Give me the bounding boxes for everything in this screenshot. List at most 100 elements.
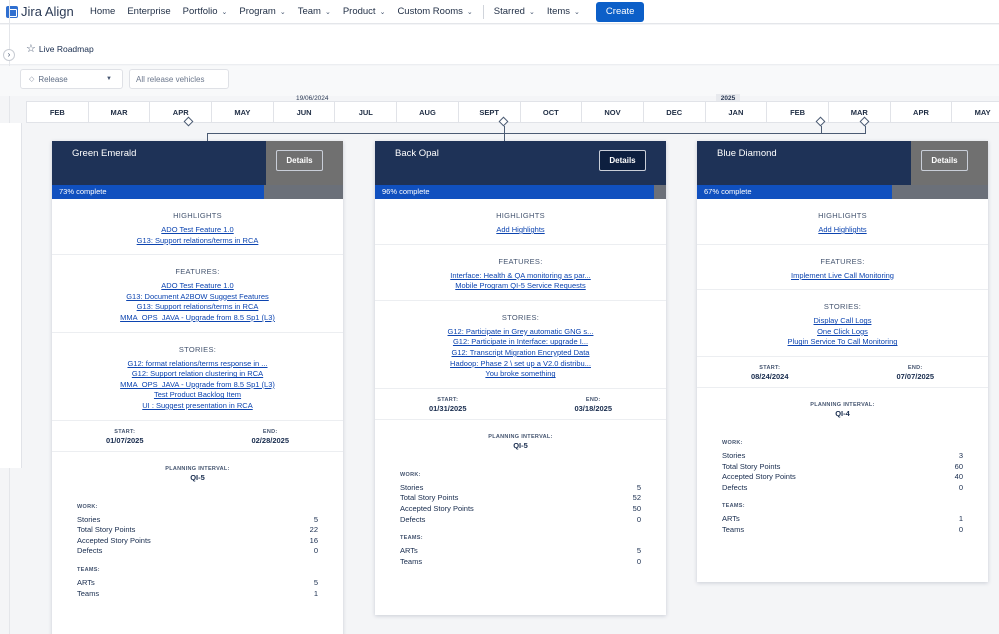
connector-drop-2: [504, 126, 505, 141]
highlights-link[interactable]: Add Highlights: [381, 225, 660, 236]
stories-link[interactable]: G12: Support relation clustering in RCA: [58, 369, 337, 380]
start-date-value: 01/07/2025: [105, 435, 144, 445]
work-title: WORK:: [77, 503, 98, 510]
page-header: [0, 25, 999, 65]
end-date-value: 03/18/2025: [574, 403, 613, 413]
page-title[interactable]: ☆ Live Roadmap: [26, 42, 94, 55]
release-card-green-emerald: Green Emerald Details 73% complete HIGHLIGH…: [52, 141, 343, 634]
progress-bar: 67% complete: [697, 185, 988, 199]
stat-value: 0: [636, 556, 641, 566]
stat-label: Stories: [77, 514, 101, 524]
work-row: Defects 0: [77, 546, 318, 557]
teams-stats: TEAMS: ARTs 1 Teams 0: [697, 503, 988, 535]
features-link[interactable]: Implement Live Call Monitoring: [703, 271, 982, 282]
planning-interval-value: QI-5: [190, 472, 205, 482]
features-link[interactable]: Mobile Program QI-5 Service Requests: [381, 281, 660, 292]
stories-link[interactable]: UI : Suggest presentation in RCA: [58, 401, 337, 412]
create-button[interactable]: Create: [595, 1, 645, 22]
connector-drop-3: [821, 126, 822, 134]
stat-label: ARTs: [400, 546, 418, 556]
highlights-link[interactable]: G13: Support relations/terms in RCA: [58, 236, 337, 247]
expand-sidebar-button[interactable]: ›: [3, 49, 15, 61]
teams-row: Teams 0: [400, 557, 641, 568]
nav-item-team[interactable]: Team ⌄: [292, 0, 337, 24]
end-date: END: 02/28/2025: [251, 429, 289, 445]
jira-align-logo[interactable]: Jira Align: [6, 4, 84, 19]
stories-section: STORIES: G12: Participate in Grey automat…: [375, 301, 666, 389]
top-nav: Jira Align Home Enterprise Portfolio ⌄ Progr…: [0, 0, 999, 24]
teams-row: ARTs 1: [722, 514, 963, 525]
stories-link[interactable]: You broke something: [381, 369, 660, 380]
stat-label: Total Story Points: [77, 525, 136, 535]
stories-link[interactable]: Plugin Service To Call Monitoring: [703, 337, 982, 348]
nav-item-program[interactable]: Program ⌄: [233, 0, 291, 24]
features-link[interactable]: G13: Support relations/terms in RCA: [58, 302, 337, 313]
work-row: Defects 0: [722, 483, 963, 494]
details-panel: Details: [589, 141, 666, 185]
highlights-link[interactable]: Add Highlights: [703, 225, 982, 236]
stories-link[interactable]: Display Call Logs: [703, 316, 982, 327]
details-button[interactable]: Details: [599, 150, 646, 171]
features-link[interactable]: G13: Document A2BOW Suggest Features: [58, 292, 337, 303]
release-name[interactable]: Blue Diamond: [717, 148, 777, 159]
date-range: START: 08/24/2024 END: 07/07/2025: [697, 357, 988, 388]
nav-item-portfolio[interactable]: Portfolio ⌄: [177, 0, 234, 24]
features-link[interactable]: MMA_OPS_JAVA - Upgrade from 8.5 Sp1 (L3): [58, 313, 337, 324]
nav-item-home[interactable]: Home: [84, 0, 121, 24]
stories-link[interactable]: G12: Participate in Grey automatic GNG s…: [381, 327, 660, 338]
nav-menu: Home Enterprise Portfolio ⌄ Program ⌄ Team ⌄ Pro…: [84, 0, 479, 24]
stat-value: 0: [636, 514, 641, 524]
card-header: Back Opal Details: [375, 141, 666, 185]
stories-link[interactable]: One Click Logs: [703, 327, 982, 338]
teams-title: TEAMS:: [77, 566, 100, 573]
nav-item-custom-rooms[interactable]: Custom Rooms ⌄: [391, 0, 478, 24]
connector-drop-4: [865, 126, 866, 134]
progress-bar: 73% complete: [52, 185, 343, 199]
highlights-section: HIGHLIGHTS Add Highlights: [375, 199, 666, 245]
details-button[interactable]: Details: [276, 150, 323, 171]
stories-link[interactable]: G12: Transcript Migration Encrypted Data: [381, 348, 660, 359]
stat-label: Total Story Points: [722, 461, 781, 471]
stat-value: 1: [958, 514, 963, 524]
work-stats: WORK: Stories 3 Total Story Points 60 Accepte…: [697, 440, 988, 493]
stories-link[interactable]: Test Product Backlog Item: [58, 390, 337, 401]
release-card-back-opal: Back Opal Details 96% complete HIGHLIGHTS Ad…: [375, 141, 666, 615]
teams-row: Teams 0: [722, 525, 963, 536]
stories-link[interactable]: G12: format relations/terms response in …: [58, 359, 337, 370]
stories-link[interactable]: Hadoop: Phase 2 \ set up a V2.0 distribu…: [381, 359, 660, 370]
work-title: WORK:: [722, 439, 743, 446]
chevron-down-icon: ⌄: [324, 8, 331, 16]
timeline-months: FEB MAR APR MAY JUN JUL AUG SEPT OCT NOV DEC JAN FEB…: [26, 101, 999, 123]
release-name[interactable]: Back Opal: [395, 148, 439, 159]
star-icon[interactable]: ☆: [26, 42, 36, 55]
highlights-title: HIGHLIGHTS: [173, 211, 222, 220]
features-link[interactable]: Interface: Health & QA monitoring as par…: [381, 271, 660, 282]
teams-title: TEAMS:: [400, 535, 423, 542]
details-button[interactable]: Details: [921, 150, 968, 171]
nav-item-product[interactable]: Product ⌄: [337, 0, 392, 24]
highlights-link[interactable]: ADO Test Feature 1.0: [58, 225, 337, 236]
card-header: Blue Diamond Details: [697, 141, 988, 185]
work-row: Accepted Story Points 50: [400, 504, 641, 515]
work-row: Stories 5: [77, 515, 318, 526]
release-vehicles-input[interactable]: All release vehicles: [129, 69, 229, 89]
page-title-text: Live Roadmap: [38, 43, 94, 54]
nav-item-starred[interactable]: Starred ⌄: [488, 0, 541, 24]
timeline-month-jun: JUN: [272, 102, 335, 122]
release-name[interactable]: Green Emerald: [72, 148, 136, 159]
stories-link[interactable]: G12: Participate in Interface: upgrade I…: [381, 337, 660, 348]
end-date: END: 07/07/2025: [896, 365, 934, 381]
release-select[interactable]: ◇ Release ▼: [20, 69, 123, 89]
timeline-month-may: MAY: [211, 102, 273, 122]
work-row: Total Story Points 60: [722, 462, 963, 473]
stories-link[interactable]: MMA_OPS_JAVA - Upgrade from 8.5 Sp1 (L3): [58, 380, 337, 391]
nav-item-items[interactable]: Items ⌄: [541, 0, 586, 24]
nav-item-enterprise[interactable]: Enterprise: [121, 0, 176, 24]
stat-label: Total Story Points: [400, 493, 459, 503]
features-link[interactable]: ADO Test Feature 1.0: [58, 281, 337, 292]
timeline-month-sept: SEPT: [457, 102, 520, 122]
stat-label: Teams: [400, 556, 423, 566]
timeline-month-apr: APR: [889, 102, 952, 122]
timeline-month-may: MAY: [951, 102, 999, 122]
start-date-value: 01/31/2025: [428, 403, 467, 413]
